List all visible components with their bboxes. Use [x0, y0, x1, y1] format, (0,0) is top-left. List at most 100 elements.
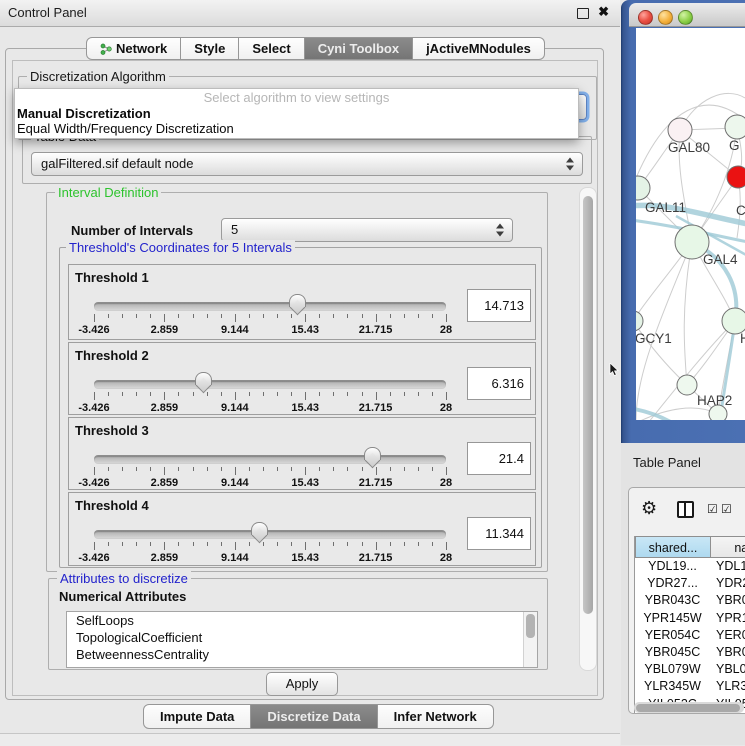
tab-select[interactable]: Select: [239, 37, 304, 60]
table-cell-name[interactable]: YDL19: [716, 558, 745, 575]
slider-tick: [263, 467, 264, 471]
table-cell-shared-name[interactable]: YLR345W: [635, 678, 710, 695]
tab-infer-network-label: Infer Network: [394, 709, 477, 724]
slider-tick: [207, 467, 208, 471]
threshold-row: Threshold 1-3.4262.8599.14415.4321.71528…: [68, 264, 536, 340]
slider-tick: [263, 542, 264, 546]
slider-tick: [150, 314, 151, 318]
table-horizontal-scrollbar-thumb[interactable]: [636, 704, 740, 712]
threshold-slider-track[interactable]: [94, 302, 446, 311]
close-icon[interactable]: ✖: [598, 4, 609, 20]
slider-tick: [362, 392, 363, 396]
dropdown-hint: Select algorithm to view settings: [15, 90, 578, 105]
table-cell-shared-name[interactable]: YBL079W: [635, 661, 710, 678]
network-node-top-right[interactable]: [725, 115, 745, 139]
table-row[interactable]: YLR345W YLR345W: [635, 678, 745, 695]
slider-tick: [376, 314, 377, 322]
table-row[interactable]: YBR043C YBR043C: [635, 592, 745, 609]
table-row[interactable]: YBL079W YBL079W: [635, 661, 745, 678]
close-traffic-light[interactable]: [638, 10, 653, 25]
table-cell-shared-name[interactable]: YPR145W: [635, 610, 710, 627]
threshold-slider-track[interactable]: [94, 455, 446, 464]
table-data-combobox[interactable]: galFiltered.sif default node: [31, 152, 583, 176]
slider-tick: [347, 542, 348, 546]
threshold-slider-thumb[interactable]: [289, 294, 306, 307]
table-cell-name[interactable]: YER054C: [716, 627, 745, 644]
number-of-intervals-combobox[interactable]: 5: [221, 218, 513, 242]
slider-tick: [150, 542, 151, 546]
table-cell-name[interactable]: YBL079W: [716, 661, 745, 678]
attributes-scrollbar-thumb[interactable]: [526, 614, 535, 638]
table-horizontal-scrollbar[interactable]: [634, 702, 744, 713]
table-cell-name[interactable]: YDR27: [716, 575, 745, 592]
tab-discretize-data[interactable]: Discretize Data: [251, 704, 377, 729]
settings-scrollbar[interactable]: [579, 187, 597, 671]
apply-button[interactable]: Apply: [266, 672, 338, 696]
table-cell-name[interactable]: YLR345W: [716, 678, 745, 695]
tab-select-label: Select: [252, 41, 290, 56]
slider-tick: [193, 542, 194, 546]
tab-infer-network[interactable]: Infer Network: [378, 704, 494, 729]
network-node-gal11[interactable]: [636, 176, 650, 200]
slider-tick: [446, 314, 447, 322]
network-node-hap2[interactable]: [677, 375, 697, 395]
gear-icon[interactable]: ⚙: [641, 498, 657, 518]
threshold-slider-track[interactable]: [94, 530, 446, 539]
tab-jactivemnodules[interactable]: jActiveMNodules: [413, 37, 545, 60]
threshold-slider-thumb[interactable]: [364, 447, 381, 460]
table-row[interactable]: YDR27... YDR27: [635, 575, 745, 592]
numerical-attributes-label: Numerical Attributes: [59, 589, 186, 604]
table-cell-name[interactable]: YBR045C: [716, 644, 745, 661]
table-cell-name[interactable]: YBR043C: [716, 592, 745, 609]
threshold-value-field[interactable]: 21.4: [467, 442, 531, 475]
network-canvas[interactable]: GAL80GGAL11CGAL4GCY1HHAP2: [636, 28, 745, 420]
network-node-gcy1[interactable]: [636, 311, 643, 331]
threshold-value-field[interactable]: 14.713: [467, 289, 531, 322]
table-cell-shared-name[interactable]: YER054C: [635, 627, 710, 644]
threshold-label: Threshold 3: [75, 423, 149, 438]
slider-tick: [390, 467, 391, 471]
tab-impute-data[interactable]: Impute Data: [143, 704, 251, 729]
numerical-attributes-list[interactable]: SelfLoopsTopologicalCoefficientBetweenne…: [66, 611, 538, 668]
table-cell-shared-name[interactable]: YBR045C: [635, 644, 710, 661]
threshold-slider-track[interactable]: [94, 380, 446, 389]
network-node-label: GCY1: [636, 331, 672, 346]
attribute-list-item[interactable]: TopologicalCoefficient: [67, 629, 537, 646]
table-row[interactable]: YBR045C YBR045C: [635, 644, 745, 661]
settings-scrollbar-thumb[interactable]: [583, 196, 593, 614]
table-row[interactable]: YER054C YER054C: [635, 627, 745, 644]
tab-cyni-toolbox[interactable]: Cyni Toolbox: [305, 37, 413, 60]
network-window-titlebar[interactable]: [629, 3, 745, 27]
threshold-value-field[interactable]: 11.344: [467, 517, 531, 550]
attribute-list-item[interactable]: SelfLoops: [67, 612, 537, 629]
attributes-scrollbar[interactable]: [523, 612, 537, 667]
threshold-value-field[interactable]: 6.316: [467, 367, 531, 400]
table-row[interactable]: YDL19... YDL19: [635, 558, 745, 575]
zoom-traffic-light[interactable]: [678, 10, 693, 25]
dropdown-option[interactable]: Equal Width/Frequency Discretization: [17, 121, 234, 136]
slider-tick: [305, 392, 306, 400]
columns-icon[interactable]: [677, 501, 694, 518]
table-row[interactable]: YPR145W YPR145W: [635, 610, 745, 627]
checkbox-icon[interactable]: ☑: [721, 502, 732, 516]
threshold-slider-thumb[interactable]: [251, 522, 268, 535]
minimize-traffic-light[interactable]: [658, 10, 673, 25]
table-cell-shared-name[interactable]: YDR27...: [635, 575, 710, 592]
float-window-icon[interactable]: [577, 8, 589, 19]
table-cell-shared-name[interactable]: YBR043C: [635, 592, 710, 609]
attribute-list-item[interactable]: BetweennessCentrality: [67, 646, 537, 663]
tab-network[interactable]: Network: [86, 37, 181, 60]
dropdown-option[interactable]: Manual Discretization: [17, 106, 151, 121]
column-header-shared-name[interactable]: shared...: [635, 536, 711, 558]
checkbox-icon[interactable]: ☑: [707, 502, 718, 516]
table-cell-shared-name[interactable]: YDL19...: [635, 558, 710, 575]
column-header-name[interactable]: name: [710, 536, 745, 558]
table-panel-title: Table Panel: [633, 455, 701, 470]
network-node-gal80[interactable]: [668, 118, 692, 142]
network-node-red-node[interactable]: [727, 166, 745, 188]
threshold-slider-thumb[interactable]: [195, 372, 212, 385]
table-cell-name[interactable]: YPR145W: [716, 610, 745, 627]
tab-style[interactable]: Style: [181, 37, 239, 60]
threshold-label: Threshold 2: [75, 348, 149, 363]
slider-tick-label: 28: [440, 552, 452, 564]
